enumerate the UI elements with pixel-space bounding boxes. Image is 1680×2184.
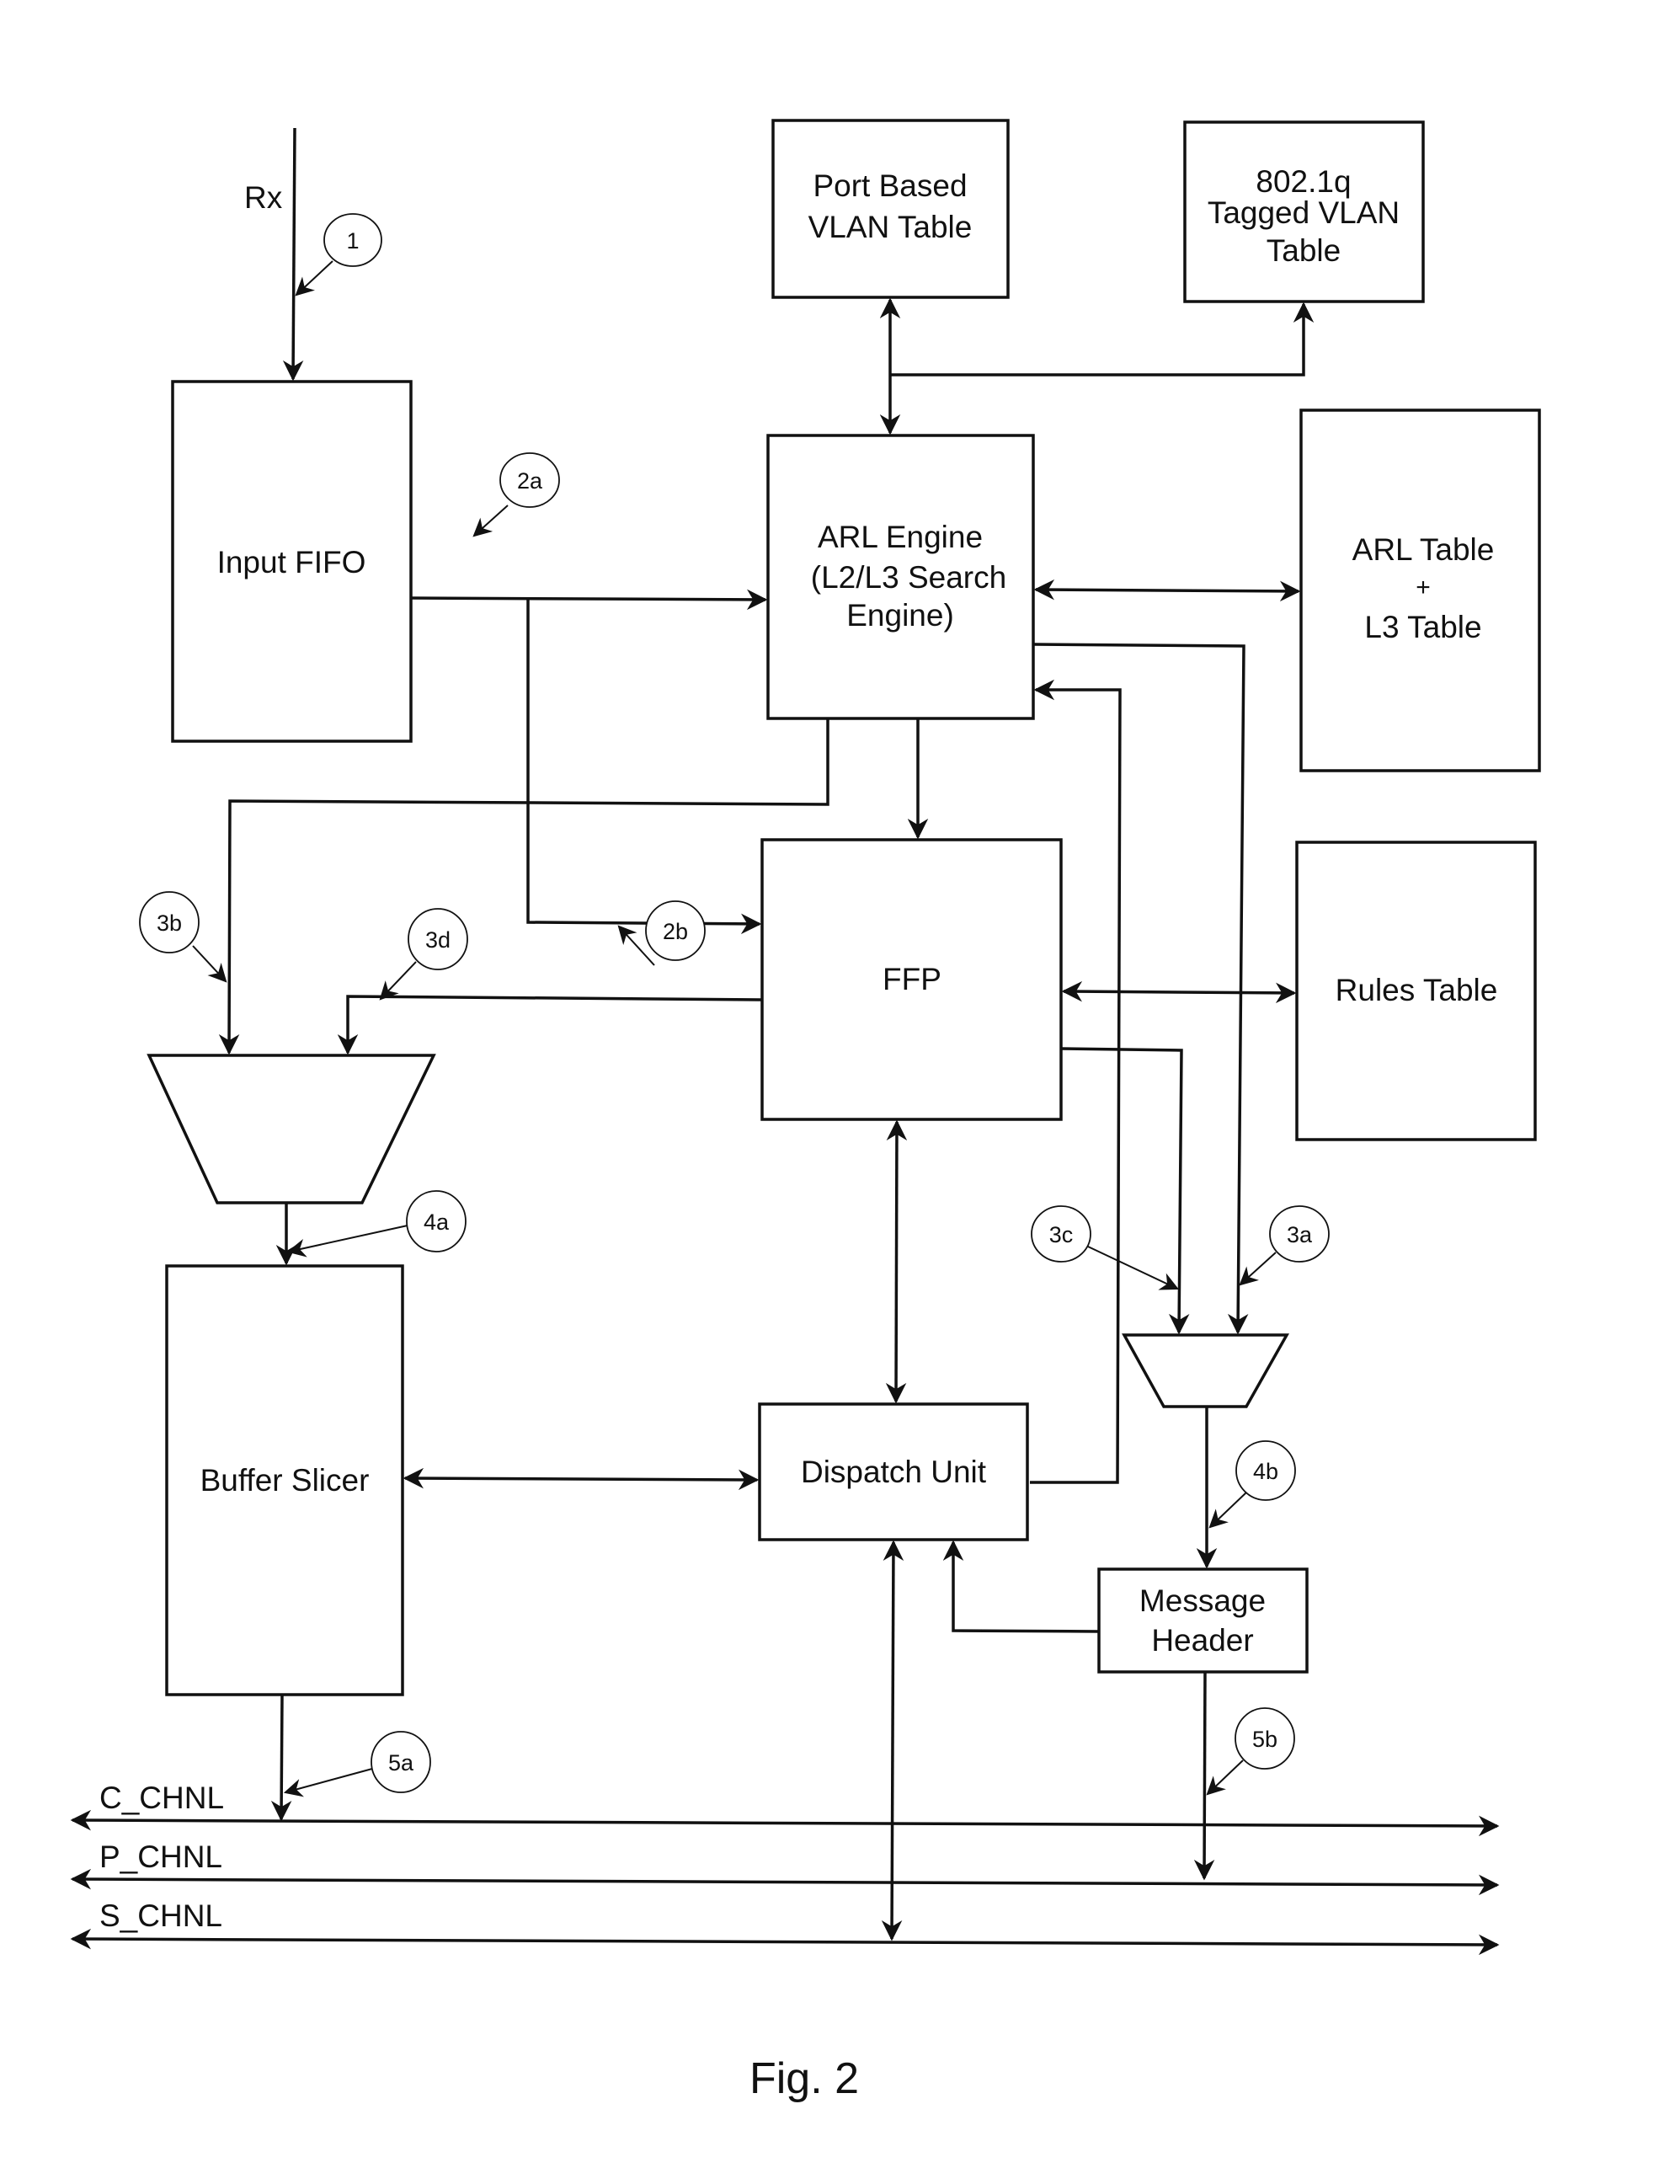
left-multiplexer [147, 1054, 436, 1204]
port-vlan-table-block: Port Based VLAN Table [771, 119, 1010, 299]
arl-engine-to-tagged-vlan-wire [890, 302, 1315, 376]
rx-input-line [282, 127, 304, 382]
callout-1: 1 [295, 213, 382, 296]
svg-text:3a: 3a [1287, 1222, 1313, 1247]
svg-text:2a: 2a [517, 468, 543, 494]
arl-engine-label-line3: Engine) [846, 598, 954, 633]
callout-4b: 4b [1208, 1440, 1296, 1529]
arl-table-block: ARL Table + L3 Table [1299, 408, 1541, 772]
p-chnl-label: P_CHNL [99, 1840, 222, 1874]
ffp-label: FFP [883, 962, 941, 996]
callout-5b: 5b [1206, 1707, 1295, 1796]
tagged-vlan-label-line1: 802.1q [1256, 164, 1351, 199]
arl-engine-label-line2: (L2/L3 Search [811, 560, 1006, 595]
callout-2b: 2b [617, 900, 706, 966]
svg-text:3d: 3d [425, 927, 451, 953]
dispatch-unit-label: Dispatch Unit [801, 1455, 987, 1489]
svg-text:3c: 3c [1049, 1222, 1074, 1247]
tagged-vlan-label-line3: Table [1267, 233, 1341, 268]
arl-engine-block: ARL Engine (L2/L3 Search Engine) [766, 434, 1035, 720]
dispatch-to-s-chnl-wire [881, 1540, 904, 1941]
svg-text:4b: 4b [1253, 1459, 1278, 1484]
callout-3b: 3b [139, 891, 227, 983]
arl-engine-to-arl-table-wire [1033, 579, 1301, 602]
input-fifo-label: Input FIFO [217, 545, 366, 579]
arl-table-label-line3: L3 Table [1364, 610, 1481, 644]
arl-table-label-line2: + [1416, 574, 1431, 601]
buffer-slicer-block: Buffer Slicer [165, 1264, 404, 1696]
callout-5a: 5a [283, 1731, 431, 1797]
rules-table-label: Rules Table [1336, 973, 1498, 1007]
callout-3d: 3d [379, 908, 468, 1001]
svg-text:5a: 5a [388, 1750, 414, 1776]
callout-3a: 3a [1239, 1205, 1330, 1286]
arl-table-label-line1: ARL Table [1352, 532, 1495, 567]
port-vlan-label-line2: VLAN Table [808, 210, 973, 244]
rules-table-block: Rules Table [1295, 841, 1537, 1141]
block-diagram: Rx Input FIFO Port Based VLAN Table 802.… [70, 119, 1541, 2103]
callout-2a: 2a [472, 452, 560, 537]
input-fifo-block: Input FIFO [171, 380, 413, 743]
svg-text:2b: 2b [663, 919, 688, 944]
message-header-to-dispatch-wire [942, 1540, 1100, 1633]
buffer-slicer-to-dispatch-wire [403, 1467, 760, 1491]
message-header-block: Message Header [1097, 1567, 1309, 1674]
message-header-label-line2: Header [1151, 1623, 1253, 1658]
message-header-label-line1: Message [1139, 1583, 1266, 1618]
rx-label: Rx [244, 180, 283, 215]
tagged-vlan-table-block: 802.1q Tagged VLAN Table [1183, 120, 1425, 303]
svg-text:1: 1 [346, 228, 359, 254]
ffp-to-dispatch-wire [885, 1119, 908, 1404]
c-chnl-bus [70, 1809, 1500, 1837]
ffp-to-left-mux-wire [337, 995, 763, 1055]
input-fifo-to-ffp-wire [526, 599, 762, 935]
ffp-block: FFP [760, 838, 1063, 1121]
s-chnl-bus [70, 1928, 1500, 1956]
figure-caption: Fig. 2 [749, 2054, 859, 2103]
port-vlan-label-line1: Port Based [813, 168, 967, 203]
ffp-to-rules-table-wire [1061, 980, 1297, 1004]
right-multiplexer [1122, 1333, 1289, 1408]
buffer-slicer-label: Buffer Slicer [200, 1463, 370, 1498]
input-fifo-to-arl-engine-wire [410, 589, 768, 611]
p-chnl-bus [70, 1868, 1500, 1896]
message-header-to-p-chnl-wire [1193, 1671, 1215, 1881]
buffer-slicer-to-c-chnl-wire [270, 1694, 292, 1822]
arl-engine-label-line1: ARL Engine [818, 520, 983, 554]
svg-text:5b: 5b [1252, 1727, 1277, 1752]
ffp-to-right-mux-wire [1060, 1047, 1190, 1335]
svg-text:4a: 4a [424, 1209, 450, 1235]
c-chnl-label: C_CHNL [99, 1781, 224, 1815]
callout-3c: 3c [1031, 1205, 1179, 1290]
svg-text:3b: 3b [157, 910, 182, 936]
tagged-vlan-label-line2: Tagged VLAN [1208, 195, 1400, 230]
s-chnl-label: S_CHNL [99, 1898, 222, 1933]
dispatch-unit-block: Dispatch Unit [758, 1402, 1029, 1541]
